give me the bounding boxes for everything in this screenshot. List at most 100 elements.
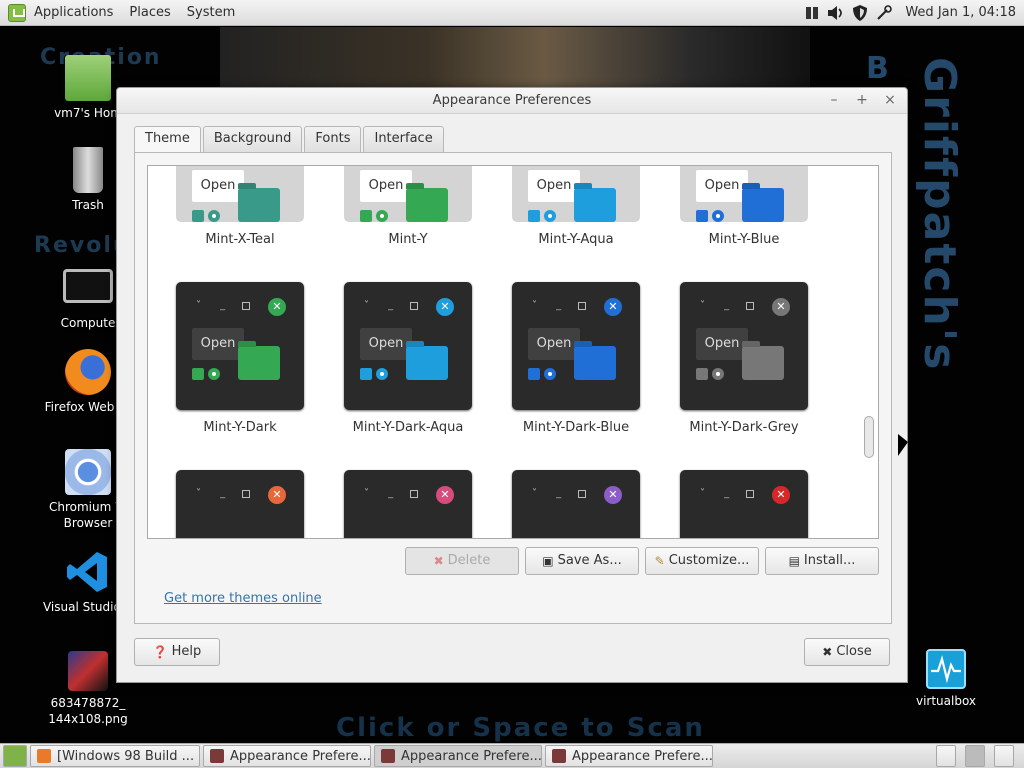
tab-theme[interactable]: Theme	[134, 126, 201, 153]
preview-folder-icon	[742, 346, 784, 380]
theme-tile[interactable]: ˅ _ ✕ Open Mint-Y-Dark-Aqua	[324, 282, 492, 435]
theme-name: Mint-X-Teal	[205, 232, 275, 247]
tab-background[interactable]: Background	[202, 126, 303, 152]
preview-folder-icon	[574, 188, 616, 222]
theme-tile[interactable]: ˅ _ ✕	[156, 470, 324, 538]
mouse-cursor	[898, 434, 908, 456]
theme-preview: ˅ _ ✕ Open	[512, 282, 640, 410]
preview-checkbox-icon	[360, 368, 372, 380]
install-button-label: Install...	[803, 553, 856, 568]
preview-checkbox-icon	[528, 368, 540, 380]
taskbar-item-label: [Windows 98 Build ...	[57, 748, 195, 764]
tab-fonts[interactable]: Fonts	[304, 126, 362, 152]
theme-tile[interactable]: Open Mint-X-Teal	[156, 166, 324, 247]
preview-close-icon: ✕	[772, 486, 790, 504]
delete-button-label: Delete	[447, 553, 491, 568]
preview-checkbox-icon	[696, 368, 708, 380]
preview-radio-icon	[712, 210, 724, 222]
preview-minimize-icon: ˅ _	[196, 488, 234, 499]
close-window-icon[interactable]: ×	[883, 92, 897, 108]
preview-checkbox-icon	[528, 210, 540, 222]
notes-icon[interactable]	[936, 745, 956, 767]
customize-button[interactable]: ✎ Customize...	[645, 547, 759, 575]
volume-icon[interactable]	[827, 4, 845, 22]
preview-maximize-icon	[242, 302, 250, 310]
delete-button[interactable]: ✖ Delete	[405, 547, 519, 575]
network-icon[interactable]	[803, 4, 821, 22]
taskbar-item[interactable]: Appearance Prefere...	[374, 745, 542, 767]
delete-icon: ✖	[433, 554, 444, 568]
wallpaper-photo	[220, 27, 810, 87]
theme-list-scrollbar[interactable]	[864, 166, 874, 538]
theme-tile[interactable]: ˅ _ ✕ Open Mint-Y-Dark	[156, 282, 324, 435]
preview-close-icon: ✕	[436, 298, 454, 316]
preview-folder-icon	[406, 188, 448, 222]
update-manager-icon[interactable]	[875, 4, 893, 22]
menu-system[interactable]: System	[179, 5, 243, 20]
save-as-button-label: Save As...	[557, 553, 622, 568]
preview-close-icon: ✕	[772, 298, 790, 316]
preview-folder-icon	[238, 188, 280, 222]
close-button[interactable]: ✖ Close	[804, 638, 890, 666]
preview-folder-icon	[238, 346, 280, 380]
preview-minimize-icon: ˅ _	[700, 488, 738, 499]
taskbar-item[interactable]: Appearance Prefere...	[545, 745, 713, 767]
theme-tile[interactable]: ˅ _ ✕	[492, 470, 660, 538]
window-title: Appearance Preferences	[432, 93, 592, 108]
theme-tile[interactable]: Open Mint-Y-Blue	[660, 166, 828, 247]
get-more-themes-link[interactable]: Get more themes online	[164, 591, 322, 606]
minimize-icon[interactable]: –	[827, 92, 841, 108]
theme-name: Mint-Y-Dark-Blue	[522, 420, 630, 435]
clock[interactable]: Wed Jan 1, 04:18	[905, 5, 1016, 20]
wallpaper-text: B	[866, 51, 891, 86]
preview-minimize-icon: ˅ _	[196, 300, 234, 311]
tab-interface[interactable]: Interface	[363, 126, 444, 152]
show-desktop-icon[interactable]	[3, 745, 27, 767]
save-as-button[interactable]: ▣ Save As...	[525, 547, 639, 575]
workspace-1[interactable]	[965, 745, 985, 767]
theme-preview: ˅ _ ✕ Open	[680, 282, 808, 410]
close-icon: ✖	[822, 645, 833, 659]
theme-tile[interactable]: ˅ _ ✕ Open Mint-Y-Dark-Grey	[660, 282, 828, 435]
menu-places[interactable]: Places	[121, 5, 178, 20]
install-icon: ▤	[788, 554, 800, 568]
theme-tile[interactable]: ˅ _ ✕	[660, 470, 828, 538]
theme-preview: Open	[344, 166, 472, 222]
theme-name: Mint-Y	[388, 232, 428, 247]
top-panel: Applications Places System Wed Jan 1, 04…	[0, 0, 1024, 26]
preview-close-icon: ✕	[268, 486, 286, 504]
appearance-icon	[210, 749, 224, 763]
theme-preview: ˅ _ ✕ Open	[344, 282, 472, 410]
window-titlebar[interactable]: Appearance Preferences – + ×	[117, 88, 907, 114]
bottom-panel: [Windows 98 Build ... Appearance Prefere…	[0, 743, 1024, 768]
wallpaper-text: Click or Space to Scan	[336, 713, 705, 743]
close-button-label: Close	[836, 644, 872, 659]
taskbar-item[interactable]: Appearance Prefere...	[203, 745, 371, 767]
preview-open-label: Open	[696, 170, 748, 202]
tab-bar: Theme Background Fonts Interface	[134, 126, 446, 153]
install-button[interactable]: ▤ Install...	[765, 547, 879, 575]
theme-tile[interactable]: Open Mint-Y	[324, 166, 492, 247]
theme-tile[interactable]: ˅ _ ✕	[324, 470, 492, 538]
preview-radio-icon	[544, 210, 556, 222]
theme-tile[interactable]: Open Mint-Y-Aqua	[492, 166, 660, 247]
theme-preview: Open	[176, 166, 304, 222]
scrollbar-thumb[interactable]	[864, 416, 874, 458]
desktop-icon-label: 683478872_	[50, 696, 126, 710]
taskbar-item-label: Appearance Prefere...	[401, 748, 542, 764]
menu-applications[interactable]: Applications	[26, 5, 121, 20]
preview-close-icon: ✕	[436, 486, 454, 504]
customize-icon: ✎	[654, 554, 665, 568]
mint-menu-icon[interactable]	[8, 3, 26, 22]
maximize-icon[interactable]: +	[855, 92, 869, 108]
theme-tile[interactable]: ˅ _ ✕ Open Mint-Y-Dark-Blue	[492, 282, 660, 435]
preview-folder-icon	[406, 346, 448, 380]
theme-list[interactable]: Open Mint-X-Teal Open Mint-Y Open Mint-Y-Aqua…	[147, 165, 879, 539]
theme-name: Mint-Y-Aqua	[538, 232, 614, 247]
shield-icon[interactable]	[851, 4, 869, 22]
workspace-2[interactable]	[994, 745, 1014, 767]
help-button[interactable]: ❓ Help	[134, 638, 220, 666]
trash-icon	[73, 147, 103, 193]
taskbar-item[interactable]: [Windows 98 Build ...	[30, 745, 200, 767]
system-tray: Wed Jan 1, 04:18	[803, 4, 1024, 22]
